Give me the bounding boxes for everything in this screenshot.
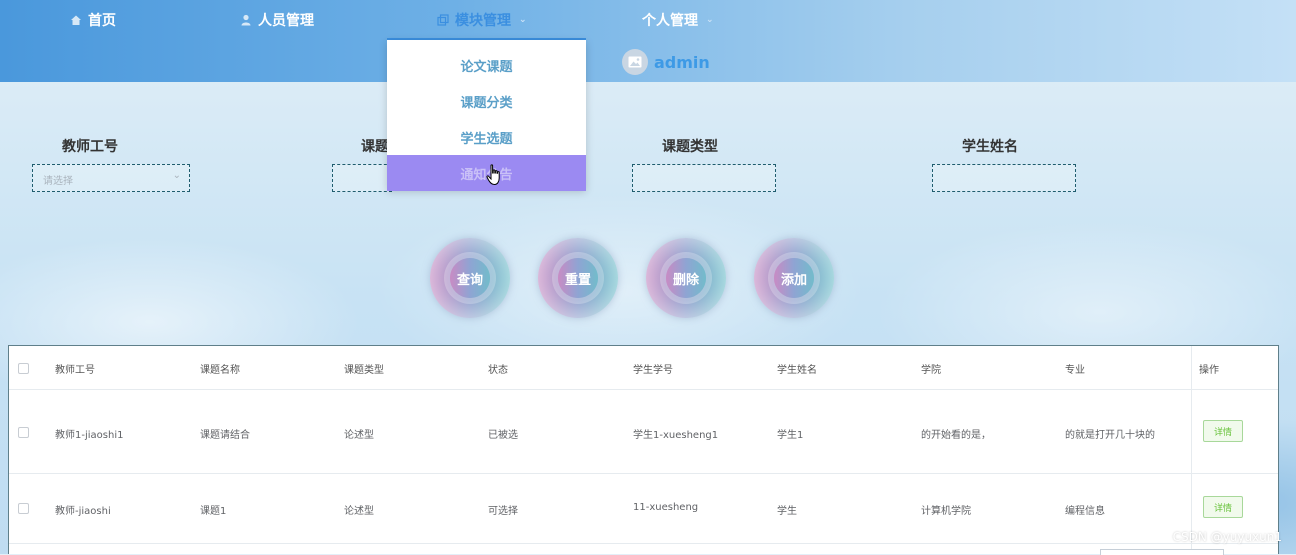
column-header: 操作 xyxy=(1199,365,1219,376)
column-header: 状态 xyxy=(488,365,508,376)
reset-button[interactable]: 重置 xyxy=(538,238,618,318)
student-name-input[interactable] xyxy=(932,164,1076,192)
cell-topic-name: 课题1 xyxy=(200,506,227,517)
pagination-box[interactable] xyxy=(1100,549,1224,555)
column-header: 学生姓名 xyxy=(777,365,817,376)
delete-button[interactable]: 删除 xyxy=(646,238,726,318)
filter-label-topic: 课题 xyxy=(361,139,389,155)
nav-item-label: 首页 xyxy=(88,13,116,29)
menu-item-topic-categories[interactable]: 课题分类 xyxy=(387,83,586,119)
select-placeholder: 请选择 xyxy=(43,176,73,187)
detail-button[interactable]: 详情 xyxy=(1203,420,1243,442)
cell-topic-type: 论述型 xyxy=(344,506,374,517)
cell-student-name: 学生1 xyxy=(777,430,804,441)
chevron-down-icon: ⌄ xyxy=(172,170,181,181)
query-button[interactable]: 查询 xyxy=(430,238,510,318)
nav-item-personnel[interactable]: 人员管理 xyxy=(240,9,314,31)
cell-college: 计算机学院 xyxy=(921,506,971,517)
module-icon xyxy=(437,14,449,26)
add-button[interactable]: 添加 xyxy=(754,238,834,318)
row-checkbox[interactable] xyxy=(18,427,29,438)
watermark: CSDN @yuyuxun1 xyxy=(1172,530,1282,544)
cell-major: 编程信息 xyxy=(1065,506,1105,517)
nav-item-label: 模块管理 xyxy=(455,13,511,29)
topic-input[interactable] xyxy=(332,164,392,192)
nav-item-label: 人员管理 xyxy=(258,13,314,29)
cell-major: 的就是打开几十块的 xyxy=(1065,430,1155,441)
cell-student-id: 学生1-xuesheng1 xyxy=(633,430,719,441)
add-button-label: 添加 xyxy=(774,258,814,298)
nav-item-modules[interactable]: 模块管理 ⌄ xyxy=(437,9,527,31)
column-header: 课题名称 xyxy=(200,365,240,376)
table-row: 教师1-jiaoshi1 课题请结合 论述型 已被选 学生1-xuesheng1… xyxy=(9,389,1278,474)
filter-label-teacher-id: 教师工号 xyxy=(62,139,118,155)
select-all-checkbox[interactable] xyxy=(18,363,29,374)
menu-item-student-selection[interactable]: 学生选题 xyxy=(387,119,586,155)
image-icon xyxy=(628,56,642,68)
delete-button-label: 删除 xyxy=(666,258,706,298)
teacher-id-select[interactable]: 请选择 ⌄ xyxy=(32,164,190,192)
table-header-row: 教师工号 课题名称 课题类型 状态 学生学号 学生姓名 学院 专业 操作 xyxy=(9,346,1278,390)
cell-student-id: 11-xuesheng xyxy=(633,502,699,513)
column-header: 学院 xyxy=(921,365,941,376)
user-icon xyxy=(241,14,251,26)
topic-type-input[interactable] xyxy=(632,164,776,192)
column-header: 教师工号 xyxy=(55,365,95,376)
username: admin xyxy=(654,52,710,72)
data-table: 教师工号 课题名称 课题类型 状态 学生学号 学生姓名 学院 专业 操作 教师1… xyxy=(8,345,1279,555)
cell-status: 已被选 xyxy=(488,430,518,441)
home-icon xyxy=(71,15,81,25)
chevron-down-icon: ⌄ xyxy=(706,15,714,25)
reset-button-label: 重置 xyxy=(558,258,598,298)
top-nav-bar: 首页 人员管理 模块管理 ⌄ 个人管理 ⌄ admin xyxy=(0,0,1296,82)
hand-cursor-icon xyxy=(486,164,500,186)
menu-item-thesis-topics[interactable]: 论文课题 xyxy=(387,47,586,83)
column-header: 课题类型 xyxy=(344,365,384,376)
column-header: 学生学号 xyxy=(633,365,673,376)
detail-button[interactable]: 详情 xyxy=(1203,496,1243,518)
cell-teacher-id: 教师1-jiaoshi1 xyxy=(55,430,124,441)
column-header: 专业 xyxy=(1065,365,1085,376)
cell-topic-name: 课题请结合 xyxy=(200,430,250,441)
nav-item-home[interactable]: 首页 xyxy=(70,9,116,31)
query-button-label: 查询 xyxy=(450,258,490,298)
avatar xyxy=(622,49,648,75)
cell-topic-type: 论述型 xyxy=(344,430,374,441)
cell-status: 可选择 xyxy=(488,506,518,517)
cell-student-name: 学生 xyxy=(777,506,797,517)
filter-label-student-name: 学生姓名 xyxy=(962,139,1018,155)
table-row: 教师-jiaoshi 课题1 论述型 可选择 11-xuesheng 学生 计算… xyxy=(9,473,1278,544)
chevron-down-icon: ⌄ xyxy=(519,15,527,25)
filter-label-topic-type: 课题类型 xyxy=(662,139,718,155)
cell-college: 的开始看的是， xyxy=(921,430,991,441)
nav-item-personal[interactable]: 个人管理 ⌄ xyxy=(642,9,714,31)
cell-teacher-id: 教师-jiaoshi xyxy=(55,506,111,517)
nav-item-label: 个人管理 xyxy=(642,13,698,29)
user-profile[interactable]: admin xyxy=(622,49,710,75)
row-checkbox[interactable] xyxy=(18,503,29,514)
